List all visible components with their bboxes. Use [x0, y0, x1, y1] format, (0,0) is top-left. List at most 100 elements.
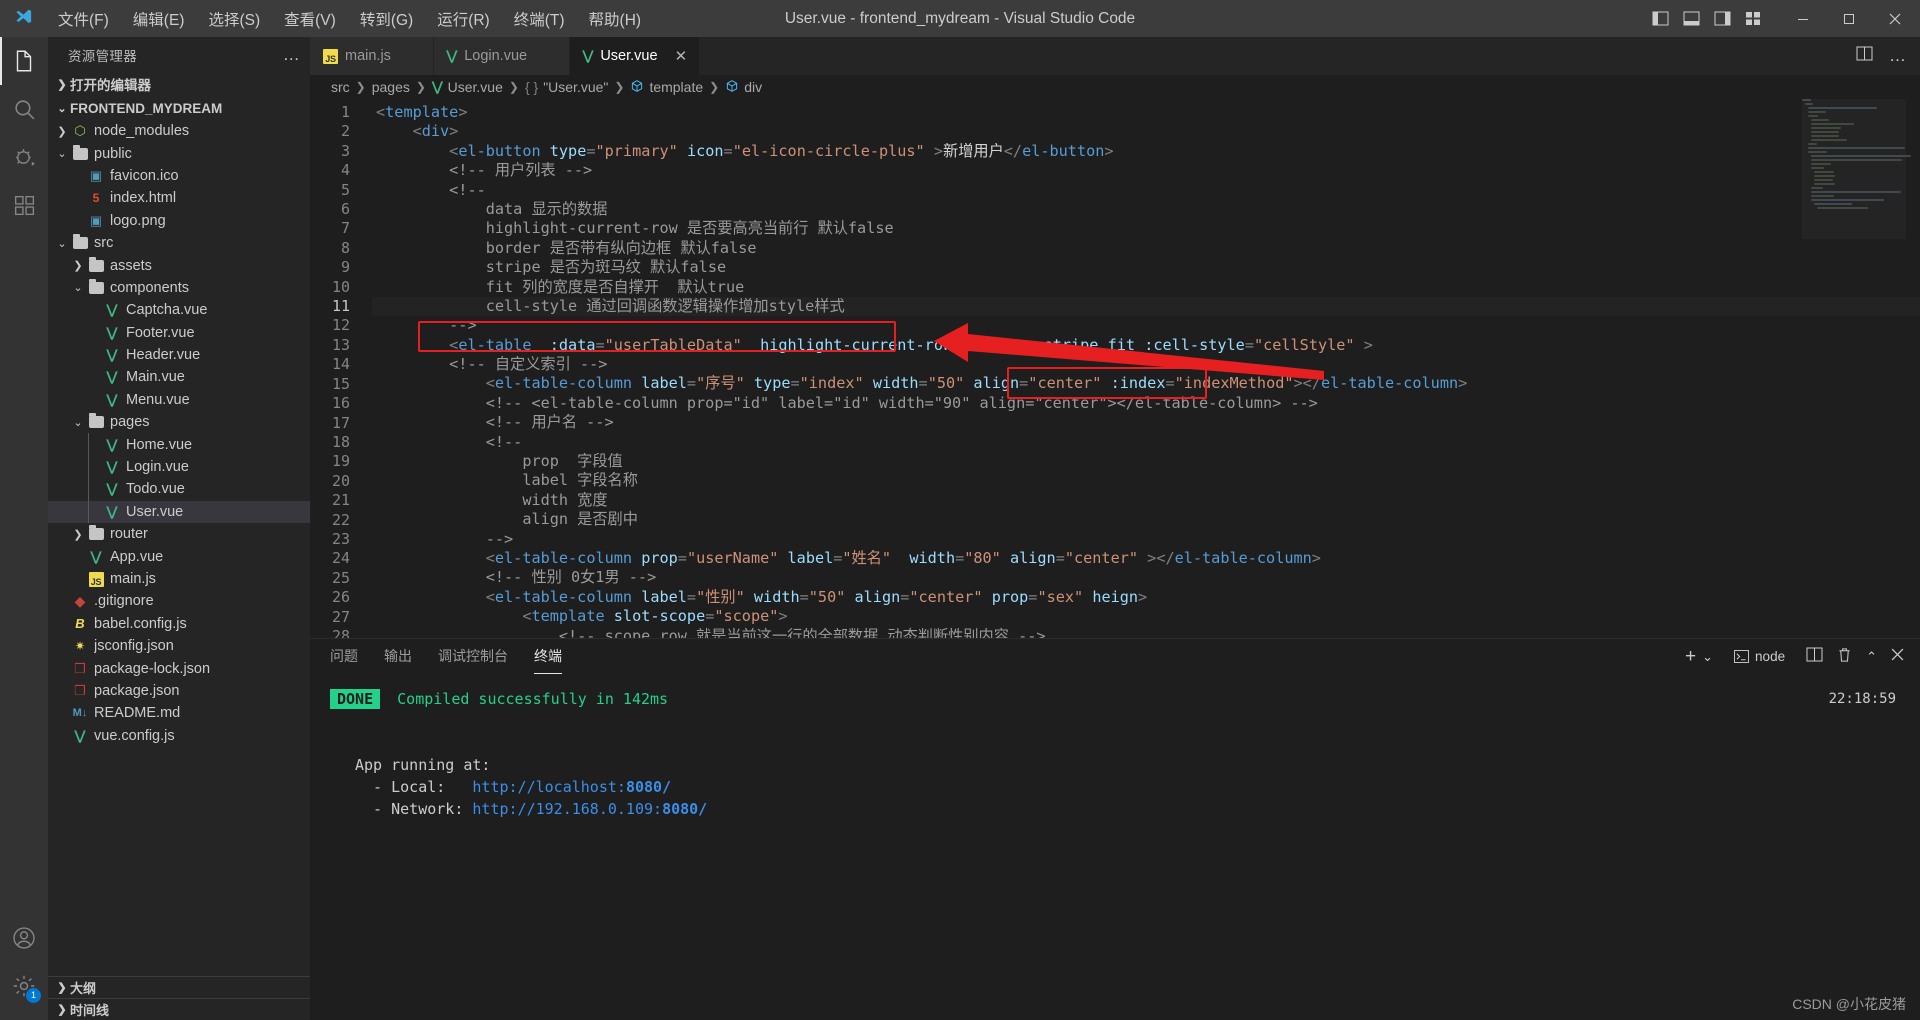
breadcrumb-file[interactable]: ⋁ User.vue	[432, 79, 503, 95]
tree-item-index-html[interactable]: 5index.html	[48, 187, 310, 209]
tree-item-captcha-vue[interactable]: ⋁Captcha.vue	[48, 299, 310, 321]
section-open-editors[interactable]: ❯ 打开的编辑器	[48, 72, 310, 96]
terminal-dropdown-icon[interactable]: ⌄	[1702, 649, 1713, 665]
editor-scrollbar[interactable]	[1906, 99, 1920, 638]
breadcrumb-pages[interactable]: pages	[372, 79, 410, 95]
panel-bottom-icon[interactable]	[1683, 11, 1700, 26]
code-line[interactable]: <el-table-column label="序号" type="index"…	[372, 374, 1920, 393]
tree-item-main-vue[interactable]: ⋁Main.vue	[48, 366, 310, 388]
tree-item-logo-png[interactable]: ▣logo.png	[48, 210, 310, 232]
tree-item-babel-config-js[interactable]: Bbabel.config.js	[48, 613, 310, 635]
tree-item-menu-vue[interactable]: ⋁Menu.vue	[48, 389, 310, 411]
menu-terminal[interactable]: 终端(T)	[502, 4, 577, 34]
layout-grid-icon[interactable]	[1745, 11, 1762, 26]
new-terminal-button[interactable]: +	[1685, 646, 1696, 668]
tree-item-node-modules[interactable]: ❯⬡node_modules	[48, 120, 310, 142]
breadcrumb[interactable]: src ❯ pages ❯ ⋁ User.vue ❯ { } "User.vue…	[310, 75, 1920, 99]
terminal-selector[interactable]: node	[1727, 646, 1792, 667]
tree-item-login-vue[interactable]: ⋁Login.vue	[48, 456, 310, 478]
breadcrumb-div[interactable]: div	[725, 79, 762, 96]
network-port[interactable]: 8080/	[662, 800, 707, 818]
code-line[interactable]: <template slot-scope="scope">	[372, 607, 1920, 626]
menu-go[interactable]: 转到(G)	[348, 4, 425, 34]
tree-item-header-vue[interactable]: ⋁Header.vue	[48, 344, 310, 366]
tree-item-jsconfig-json[interactable]: ✷jsconfig.json	[48, 635, 310, 657]
split-editor-icon[interactable]	[1856, 46, 1873, 66]
menu-selection[interactable]: 选择(S)	[196, 4, 272, 34]
tree-item-main-js[interactable]: JSmain.js	[48, 568, 310, 590]
code-line[interactable]: <el-table :data="userTableData" highligh…	[372, 336, 1920, 355]
code-line[interactable]: stripe 是否为斑马纹 默认false	[372, 258, 1920, 277]
code-line[interactable]: <template>	[372, 103, 1920, 122]
code-line[interactable]: <!--	[372, 433, 1920, 452]
panel-left-icon[interactable]	[1652, 11, 1669, 26]
tree-item-package-lock-json[interactable]: ❒package-lock.json	[48, 657, 310, 679]
breadcrumb-symbol-file[interactable]: { } "User.vue"	[525, 79, 608, 95]
terminal-output[interactable]: DONE Compiled successfully in 142ms App …	[310, 674, 1920, 1020]
code-line[interactable]: <!-- 自定义索引 -->	[372, 355, 1920, 374]
tree-item-src[interactable]: ⌄src	[48, 232, 310, 254]
activity-account[interactable]	[0, 914, 48, 962]
tree-item-public[interactable]: ⌄public	[48, 142, 310, 164]
menu-run[interactable]: 运行(R)	[425, 4, 502, 34]
close-panel-icon[interactable]	[1891, 648, 1904, 665]
tree-item-footer-vue[interactable]: ⋁Footer.vue	[48, 322, 310, 344]
menu-help[interactable]: 帮助(H)	[577, 4, 654, 34]
code-line[interactable]: prop 字段值	[372, 452, 1920, 471]
activity-extensions[interactable]	[0, 181, 48, 229]
panel-tab-debug-console[interactable]: 调试控制台	[438, 640, 508, 674]
local-url[interactable]: http://localhost:	[472, 778, 626, 796]
tab-close-icon[interactable]: ✕	[675, 47, 688, 65]
code-line[interactable]: data 显示的数据	[372, 200, 1920, 219]
tree-item-pages[interactable]: ⌄pages	[48, 411, 310, 433]
tree-item-vue-config-js[interactable]: ⋁vue.config.js	[48, 725, 310, 747]
code-line[interactable]: <!-- 用户列表 -->	[372, 161, 1920, 180]
code-line[interactable]: align 是否剧中	[372, 510, 1920, 529]
code-content[interactable]: <template> <div> <el-button type="primar…	[372, 99, 1920, 638]
activity-settings[interactable]: 1	[0, 962, 48, 1010]
more-actions-icon[interactable]: …	[1889, 52, 1906, 60]
close-button[interactable]	[1872, 0, 1918, 37]
breadcrumb-template[interactable]: template	[630, 79, 703, 96]
code-line[interactable]: <el-table-column prop="userName" label="…	[372, 549, 1920, 568]
tree-item-router[interactable]: ❯router	[48, 523, 310, 545]
tree-item-gitignore[interactable]: ◆.gitignore	[48, 590, 310, 612]
section-project-root[interactable]: ⌄ FRONTEND_MYDREAM	[48, 96, 310, 120]
code-line[interactable]: cell-style 通过回调函数逻辑操作增加style样式	[372, 297, 1920, 316]
file-tree[interactable]: ❯⬡node_modules⌄public ▣favicon.ico 5inde…	[48, 120, 310, 976]
trash-icon[interactable]	[1837, 647, 1852, 667]
tree-item-favicon-ico[interactable]: ▣favicon.ico	[48, 165, 310, 187]
panel-right-icon[interactable]	[1714, 11, 1731, 26]
tree-item-todo-vue[interactable]: ⋁Todo.vue	[48, 478, 310, 500]
menu-edit[interactable]: 编辑(E)	[121, 4, 197, 34]
code-line[interactable]: highlight-current-row 是否要高亮当前行 默认false	[372, 219, 1920, 238]
panel-tab-terminal[interactable]: 终端	[534, 640, 562, 674]
code-line[interactable]: <el-button type="primary" icon="el-icon-…	[372, 142, 1920, 161]
local-port[interactable]: 8080/	[626, 778, 671, 796]
breadcrumb-src[interactable]: src	[331, 79, 350, 95]
section-outline[interactable]: ❯ 大纲	[48, 976, 310, 998]
tree-item-assets[interactable]: ❯assets	[48, 254, 310, 276]
split-terminal-icon[interactable]	[1806, 647, 1823, 666]
menu-view[interactable]: 查看(V)	[272, 4, 348, 34]
maximize-button[interactable]	[1826, 0, 1872, 37]
code-line[interactable]: <!-- scope.row 就是当前这一行的全部数据 动态判断性别内容 -->	[372, 627, 1920, 638]
activity-run-debug[interactable]	[0, 133, 48, 181]
tab-main-js[interactable]: JS main.js ✕	[310, 37, 434, 75]
code-line[interactable]: <!-- 用户名 -->	[372, 413, 1920, 432]
chevron-up-icon[interactable]: ⌃	[1866, 649, 1877, 665]
tree-item-components[interactable]: ⌄components	[48, 277, 310, 299]
menu-bar[interactable]: 文件(F) 编辑(E) 选择(S) 查看(V) 转到(G) 运行(R) 终端(T…	[46, 4, 653, 34]
tree-item-home-vue[interactable]: ⋁Home.vue	[48, 433, 310, 455]
code-line[interactable]: <!-- 性别 0女1男 -->	[372, 568, 1920, 587]
tree-item-readme-md[interactable]: M↓README.md	[48, 702, 310, 724]
tree-item-user-vue[interactable]: ⋁User.vue	[48, 501, 310, 523]
code-line[interactable]: -->	[372, 530, 1920, 549]
section-timeline[interactable]: ❯ 时间线	[48, 998, 310, 1020]
code-line[interactable]: width 宽度	[372, 491, 1920, 510]
code-line[interactable]: fit 列的宽度是否自撑开 默认true	[372, 278, 1920, 297]
code-line[interactable]: border 是否带有纵向边框 默认false	[372, 239, 1920, 258]
network-url[interactable]: http://192.168.0.109:	[472, 800, 662, 818]
code-line[interactable]: <!-- <el-table-column prop="id" label="i…	[372, 394, 1920, 413]
activity-explorer[interactable]	[0, 37, 48, 85]
